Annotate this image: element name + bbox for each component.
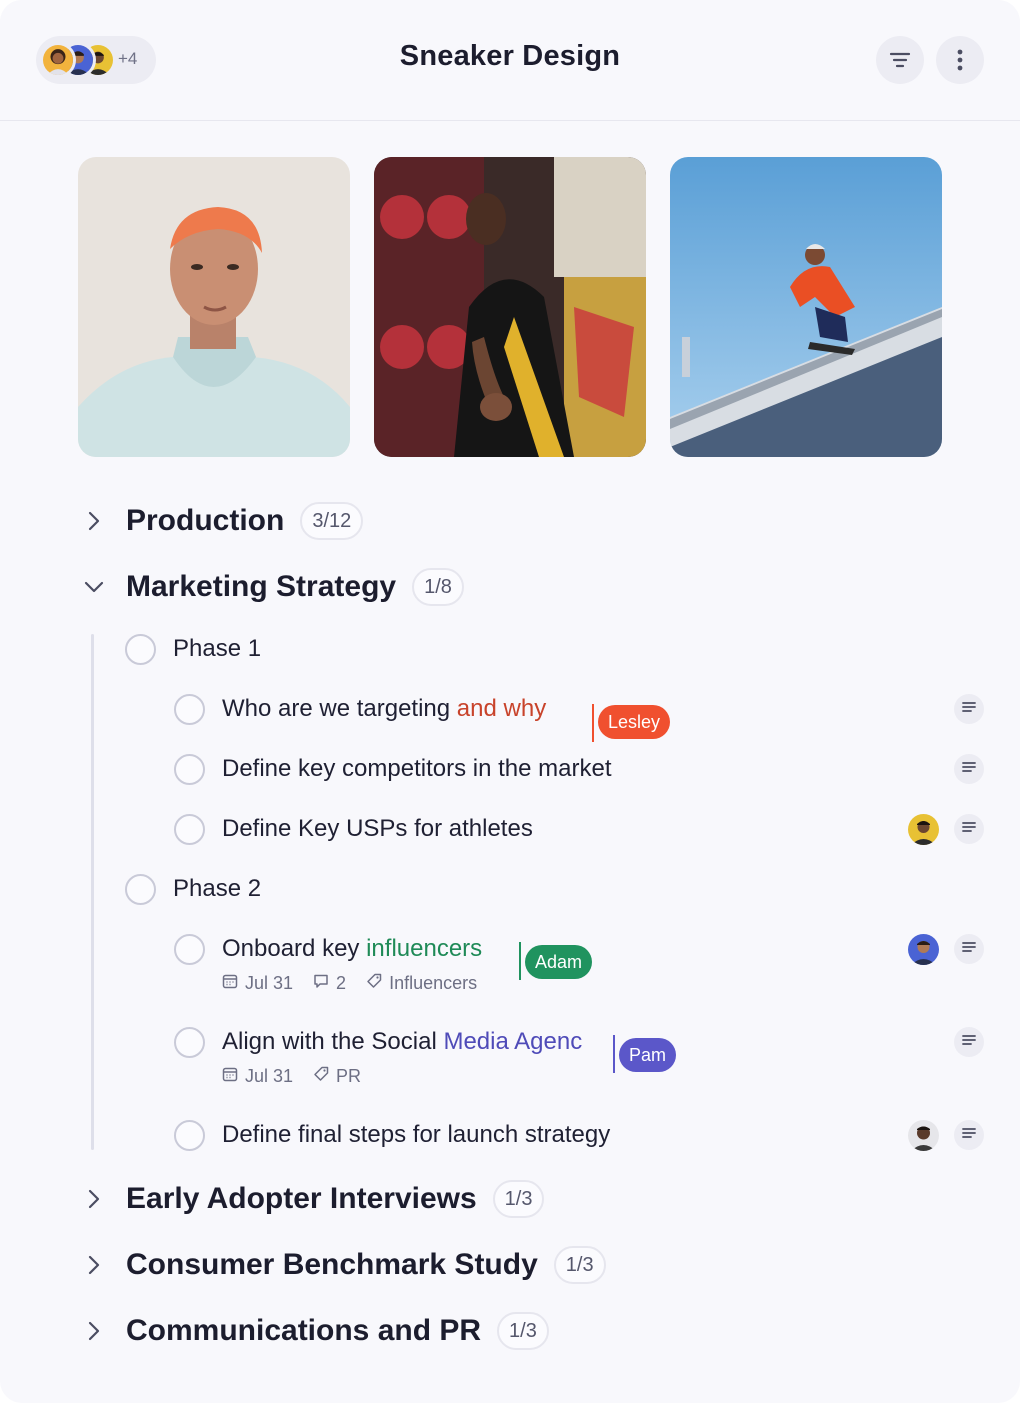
task-title[interactable]: Define Key USPs for athletes xyxy=(222,815,533,843)
highlighted-text: influencers xyxy=(366,935,483,962)
chevron-down-icon[interactable] xyxy=(80,573,108,601)
highlighted-text: Media Agenc xyxy=(443,1028,583,1055)
gallery-photo-portrait[interactable] xyxy=(78,157,350,457)
task-meta: Jul 31 2 Influencers xyxy=(222,973,497,994)
task-checkbox[interactable] xyxy=(174,753,205,785)
tag-icon xyxy=(366,973,389,994)
progress-badge: 1/3 xyxy=(553,1246,606,1284)
task-title[interactable]: Align with the Social Media Agenc xyxy=(222,1028,582,1056)
avatar xyxy=(40,42,76,78)
filter-button[interactable] xyxy=(876,36,924,84)
phase-checkbox[interactable] xyxy=(125,633,156,665)
chevron-right-icon[interactable] xyxy=(80,1317,108,1345)
gallery-photo-skater[interactable] xyxy=(670,157,942,457)
assignee-avatar[interactable] xyxy=(908,1120,939,1151)
task-meta: Jul 31 PR xyxy=(222,1066,381,1087)
chevron-right-icon[interactable] xyxy=(80,507,108,535)
collaborator-tag-pam: Pam xyxy=(619,1038,677,1072)
text-lines-icon xyxy=(962,820,976,838)
task-row[interactable]: Align with the Social Media Agenc xyxy=(174,1025,582,1059)
task-title[interactable]: Who are we targeting and why xyxy=(222,695,546,723)
filter-icon xyxy=(889,51,911,69)
section-title: Communications and PR xyxy=(126,1314,482,1347)
task-checkbox[interactable] xyxy=(174,813,205,845)
task-tag[interactable]: PR xyxy=(313,1066,361,1087)
collaborator-cursor xyxy=(613,1035,615,1073)
phase-title: Phase 1 xyxy=(173,635,262,662)
phase-title: Phase 2 xyxy=(173,875,262,902)
gallery-photo-graffiti[interactable] xyxy=(374,157,646,457)
progress-badge: 3/12 xyxy=(300,502,364,540)
task-checkbox[interactable] xyxy=(174,1026,205,1058)
more-vertical-icon xyxy=(957,49,963,71)
section-early-adopter-interviews[interactable]: Early Adopter Interviews 1/3 xyxy=(80,1175,545,1223)
section-communications-and-pr[interactable]: Communications and PR 1/3 xyxy=(80,1307,549,1355)
more-options-button[interactable] xyxy=(936,36,984,84)
section-production[interactable]: Production 3/12 xyxy=(80,497,364,545)
task-row[interactable]: Define final steps for launch strategy xyxy=(174,1118,610,1152)
text-lines-icon xyxy=(962,940,976,958)
task-tag[interactable]: Influencers xyxy=(366,973,477,994)
chevron-right-icon[interactable] xyxy=(80,1251,108,1279)
task-details-button[interactable] xyxy=(954,754,984,784)
calendar-icon xyxy=(222,973,245,994)
text-lines-icon xyxy=(962,1126,976,1144)
task-board-window: +4 Sneaker Design Production 3/12 Market… xyxy=(0,0,1020,1403)
progress-badge: 1/3 xyxy=(492,1180,545,1218)
task-checkbox[interactable] xyxy=(174,933,205,965)
task-details-button[interactable] xyxy=(954,1027,984,1057)
task-details-button[interactable] xyxy=(954,1120,984,1150)
text-lines-icon xyxy=(962,700,976,718)
task-row[interactable]: Define Key USPs for athletes xyxy=(174,812,533,846)
section-title: Consumer Benchmark Study xyxy=(126,1248,538,1281)
due-date: Jul 31 xyxy=(222,1066,293,1087)
task-title[interactable]: Define key competitors in the market xyxy=(222,755,612,783)
assignee-avatar[interactable] xyxy=(908,814,939,845)
text-lines-icon xyxy=(962,1033,976,1051)
task-row[interactable]: Who are we targeting and why xyxy=(174,692,546,726)
section-title: Production xyxy=(126,504,285,537)
text-lines-icon xyxy=(962,760,976,778)
highlighted-text: and why xyxy=(456,695,547,722)
collaborator-tag-adam: Adam xyxy=(525,945,593,979)
section-title: Early Adopter Interviews xyxy=(126,1182,477,1215)
task-row[interactable]: Define key competitors in the market xyxy=(174,752,612,786)
section-title: Marketing Strategy xyxy=(126,570,397,603)
task-title[interactable]: Define final steps for launch strategy xyxy=(222,1121,610,1149)
task-title[interactable]: Onboard key influencers xyxy=(222,935,482,963)
assignee-avatar[interactable] xyxy=(908,934,939,965)
chevron-right-icon[interactable] xyxy=(80,1185,108,1213)
phase-checkbox[interactable] xyxy=(125,873,156,905)
task-checkbox[interactable] xyxy=(174,693,205,725)
comment-icon xyxy=(313,973,336,994)
calendar-icon xyxy=(222,1066,245,1087)
phase-2-row: Phase 2 xyxy=(125,872,261,906)
comment-count[interactable]: 2 xyxy=(313,973,346,994)
section-marketing-strategy[interactable]: Marketing Strategy 1/8 xyxy=(80,563,464,611)
collaborator-cursor xyxy=(592,704,594,742)
page-title: Sneaker Design xyxy=(399,40,621,72)
collaborator-tag-lesley: Lesley xyxy=(598,705,671,739)
collaborator-cursor xyxy=(519,942,521,980)
tag-icon xyxy=(313,1066,336,1087)
tree-guide-line xyxy=(91,634,94,1150)
progress-badge: 1/3 xyxy=(497,1312,549,1350)
phase-1-row: Phase 1 xyxy=(125,632,261,666)
due-date: Jul 31 xyxy=(222,973,293,994)
task-checkbox[interactable] xyxy=(174,1119,205,1151)
task-row[interactable]: Onboard key influencers xyxy=(174,932,482,966)
task-details-button[interactable] xyxy=(954,694,984,724)
progress-badge: 1/8 xyxy=(412,568,464,606)
header: +4 Sneaker Design xyxy=(0,0,1020,121)
section-consumer-benchmark-study[interactable]: Consumer Benchmark Study 1/3 xyxy=(80,1241,606,1289)
task-details-button[interactable] xyxy=(954,814,984,844)
task-details-button[interactable] xyxy=(954,934,984,964)
